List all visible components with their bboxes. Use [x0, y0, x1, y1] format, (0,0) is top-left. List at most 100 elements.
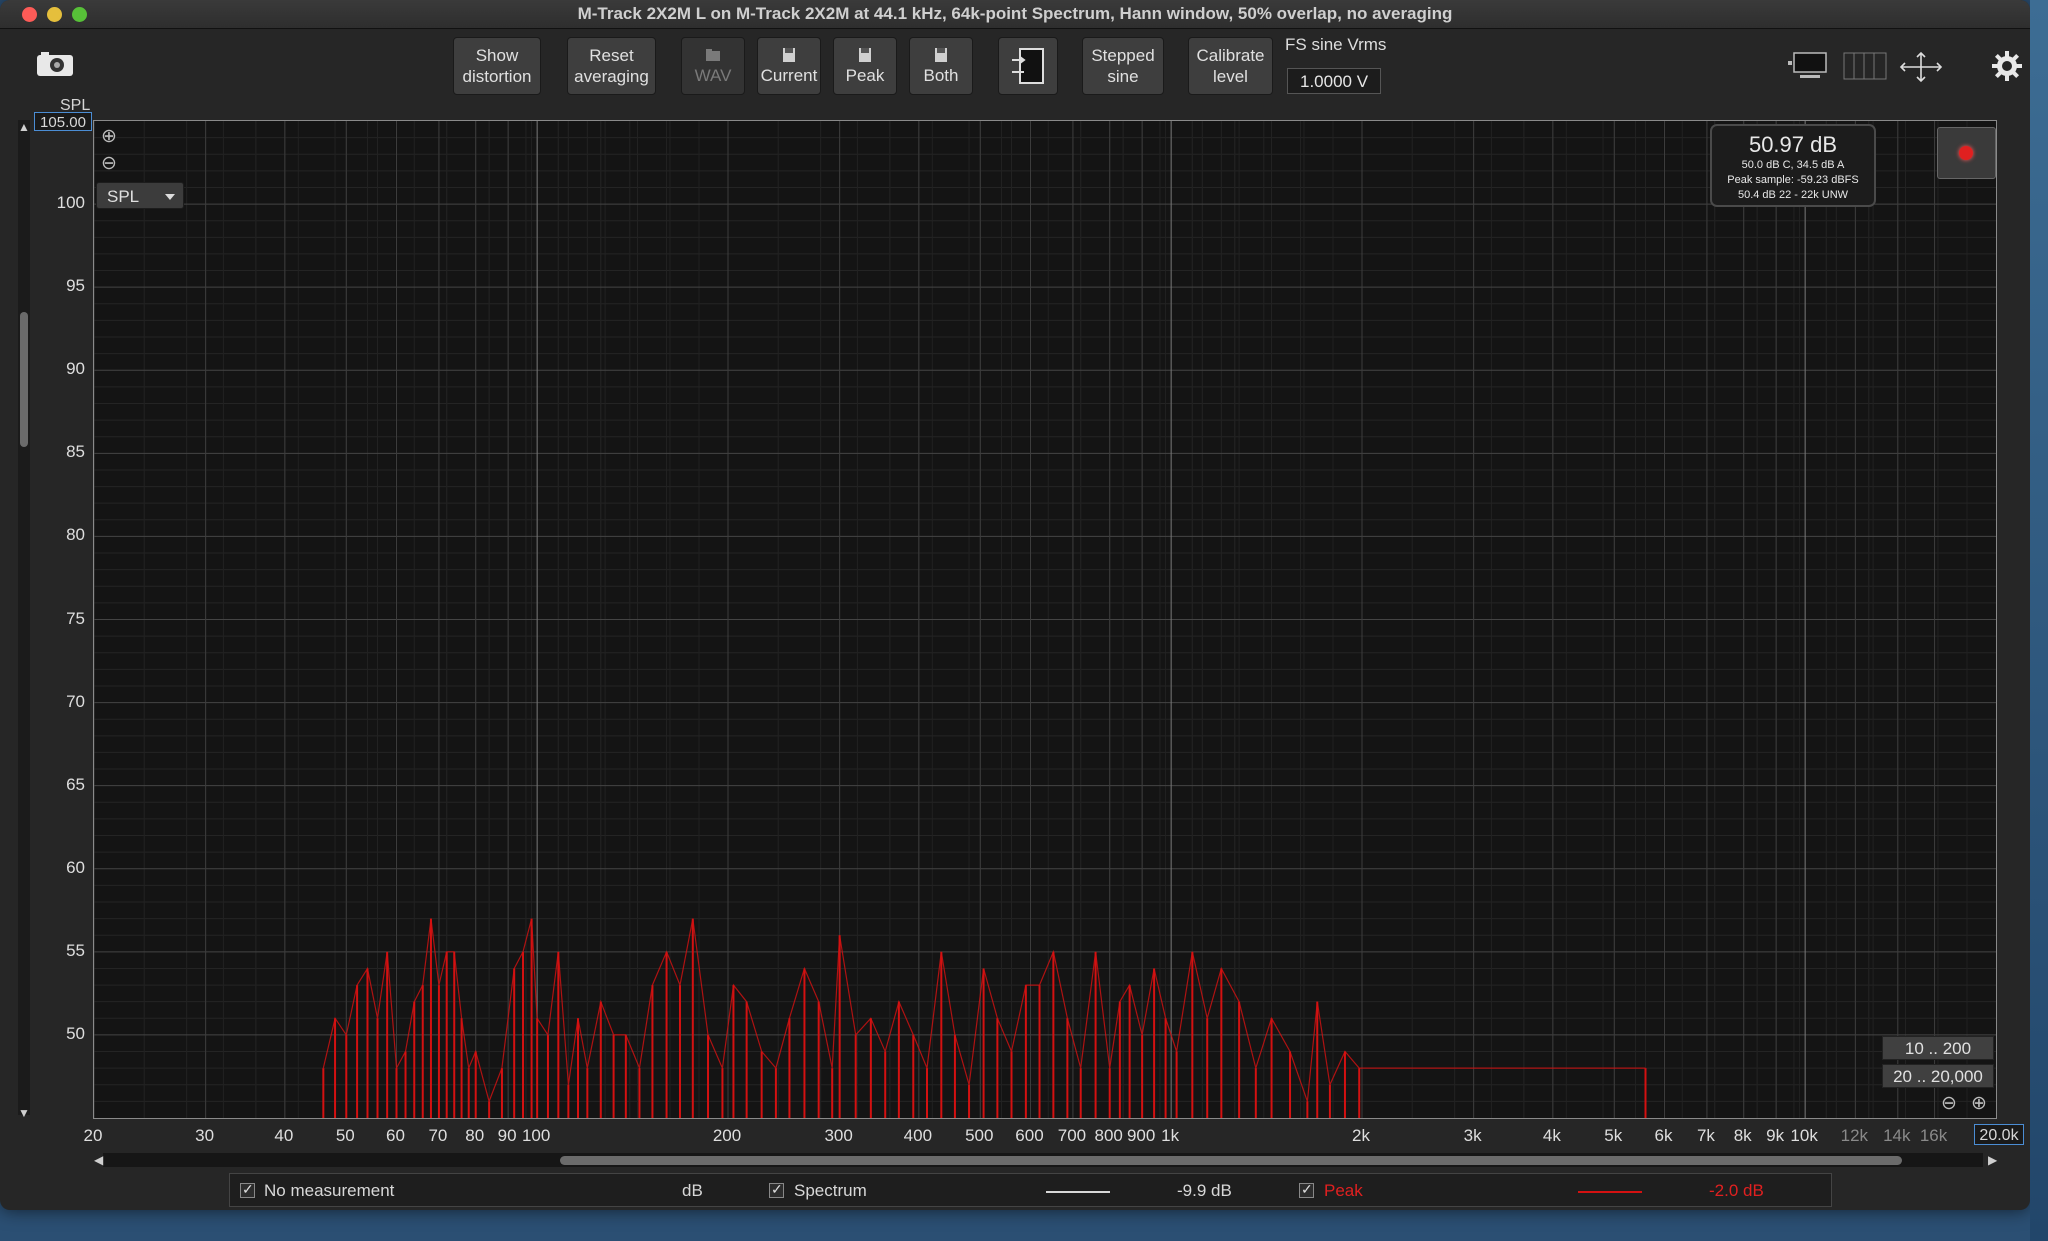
legend-unit: dB: [682, 1181, 703, 1200]
readout-line-2: Peak sample: -59.23 dBFS: [1727, 174, 1859, 186]
vertical-scrollbar[interactable]: [18, 120, 30, 1115]
no-measurement-label: No measurement: [264, 1181, 395, 1200]
readout-line-1: 50.0 dB C, 34.5 dB A: [1741, 159, 1845, 171]
x-tick-label: 9k: [1766, 1126, 1785, 1145]
x-tick-label: 300: [824, 1126, 853, 1145]
reset-averaging-button[interactable]: Reset averaging: [567, 37, 656, 95]
spectrum-plot[interactable]: [93, 120, 1997, 1119]
x-zoom-out-icon[interactable]: ⊖: [1941, 1092, 1957, 1115]
readout-main-level: 50.97 dB: [1748, 132, 1838, 157]
fullscreen-icon[interactable]: [1898, 51, 1944, 83]
y-tick-label: 90: [66, 359, 85, 379]
gear-icon[interactable]: [1992, 51, 2022, 81]
fs-sine-vrms-field[interactable]: 1.0000 V: [1287, 68, 1381, 94]
x-tick-label: 900: [1126, 1126, 1156, 1145]
x-tick-label: 7k: [1696, 1126, 1715, 1145]
x-tick-label: 4k: [1542, 1126, 1561, 1145]
peak-label: Peak: [845, 65, 885, 85]
x-axis-right-value-field[interactable]: 20.0k: [1974, 1124, 2024, 1145]
x-tick-label: 200: [712, 1126, 742, 1145]
wav-label: WAV: [694, 65, 732, 85]
record-button[interactable]: [1937, 127, 1996, 179]
readout-line-3: 50.4 dB 22 - 22k UNW: [1737, 189, 1849, 201]
y-tick-label: 70: [66, 691, 85, 711]
scroll-right-arrow-icon[interactable]: ▶: [1988, 1153, 1997, 1167]
x-tick-label: 700: [1057, 1126, 1087, 1145]
range-10-200-button[interactable]: 10 .. 200: [1882, 1036, 1994, 1060]
legend-bar: No measurement dB Spectrum -9.9 dB Peak …: [229, 1173, 1832, 1207]
y-tick-label: 60: [66, 857, 85, 877]
y-tick-label: 65: [66, 774, 85, 794]
x-tick-label: 20: [83, 1126, 103, 1145]
record-icon: [1959, 146, 1973, 160]
zoom-in-icon[interactable]: ⊕: [101, 125, 117, 148]
stepped-sine-button[interactable]: Stepped sine: [1082, 37, 1164, 95]
x-tick-label: 3k: [1463, 1126, 1482, 1145]
spectrum-chart-svg: [94, 121, 1996, 1118]
y-tick-label: 80: [66, 525, 85, 545]
x-tick-label: 16k: [1919, 1126, 1948, 1145]
save-current-button[interactable]: Current: [757, 37, 821, 95]
x-tick-label: 90: [497, 1126, 517, 1145]
input-routing-icon: [1012, 48, 1044, 84]
chevron-down-icon: [165, 194, 175, 200]
save-icon: [783, 47, 795, 62]
x-zoom-in-icon[interactable]: ⊕: [1971, 1092, 1987, 1115]
app-window: M-Track 2X2M L on M-Track 2X2M at 44.1 k…: [0, 0, 2030, 1210]
y-tick-label: 85: [66, 442, 85, 462]
x-tick-label: 400: [903, 1126, 933, 1145]
x-tick-label: 1k: [1161, 1126, 1180, 1145]
current-label: Current: [760, 65, 818, 85]
save-icon: [859, 47, 871, 62]
input-routing-button[interactable]: [998, 37, 1058, 95]
x-tick-label: 100: [521, 1126, 551, 1145]
single-graph-layout-icon[interactable]: [1786, 51, 1828, 81]
peak-checkbox[interactable]: [1299, 1181, 1314, 1198]
multi-graph-layout-icon[interactable]: [1842, 51, 1888, 81]
spectrum-checkbox[interactable]: [769, 1181, 784, 1198]
x-tick-label: 600: [1015, 1126, 1044, 1145]
x-tick-label: 14k: [1883, 1126, 1911, 1145]
y-tick-label: 50: [66, 1023, 85, 1043]
show-distortion-button[interactable]: Show distortion: [453, 37, 541, 95]
spectrum-value: -9.9 dB: [1177, 1181, 1232, 1200]
camera-icon[interactable]: [36, 51, 74, 77]
fs-sine-vrms-label: FS sine Vrms: [1285, 35, 1387, 54]
horizontal-scroll-thumb[interactable]: [560, 1156, 1902, 1165]
save-icon: [935, 47, 947, 62]
y-tick-label: 95: [66, 276, 85, 296]
peak-line-swatch: [1578, 1191, 1642, 1193]
x-tick-label: 30: [195, 1126, 215, 1145]
window-title: M-Track 2X2M L on M-Track 2X2M at 44.1 k…: [577, 4, 1453, 23]
desktop-background: [2030, 0, 2048, 1241]
save-both-button[interactable]: Both: [909, 37, 973, 95]
x-tick-label: 12k: [1840, 1126, 1869, 1145]
x-tick-label: 6k: [1654, 1126, 1673, 1145]
scroll-up-arrow-icon[interactable]: ▲: [18, 120, 30, 134]
x-tick-label: 80: [465, 1126, 485, 1145]
zoom-out-icon[interactable]: ⊖: [101, 152, 117, 175]
peak-label: Peak: [1324, 1181, 1363, 1200]
scroll-left-arrow-icon[interactable]: ◀: [94, 1153, 103, 1167]
folder-icon: [706, 48, 720, 61]
scroll-down-arrow-icon[interactable]: ▼: [18, 1106, 30, 1120]
x-tick-label: 40: [274, 1126, 294, 1145]
save-peak-button[interactable]: Peak: [833, 37, 897, 95]
x-tick-label: 500: [965, 1126, 994, 1145]
y-tick-label: 55: [66, 940, 85, 960]
range-20-20000-button[interactable]: 20 .. 20,000: [1882, 1064, 1994, 1088]
spl-selector-value: SPL: [107, 187, 140, 206]
level-readout-panel: 50.97 dB 50.0 dB C, 34.5 dB A Peak sampl…: [1710, 124, 1876, 207]
x-tick-label: 60: [386, 1126, 405, 1145]
spectrum-label: Spectrum: [794, 1181, 867, 1200]
spl-selector-dropdown[interactable]: SPL: [96, 182, 184, 209]
y-axis-top-value-field[interactable]: 105.00: [34, 112, 92, 131]
x-tick-label: 50: [335, 1126, 355, 1145]
peak-value: -2.0 dB: [1709, 1181, 1764, 1200]
title-bar: M-Track 2X2M L on M-Track 2X2M at 44.1 k…: [0, 0, 2030, 29]
no-measurement-checkbox[interactable]: [240, 1181, 255, 1198]
y-tick-label: 75: [66, 608, 85, 628]
calibrate-level-button[interactable]: Calibrate level: [1188, 37, 1273, 95]
vertical-scroll-thumb[interactable]: [20, 312, 28, 447]
wav-button[interactable]: WAV: [681, 37, 745, 95]
